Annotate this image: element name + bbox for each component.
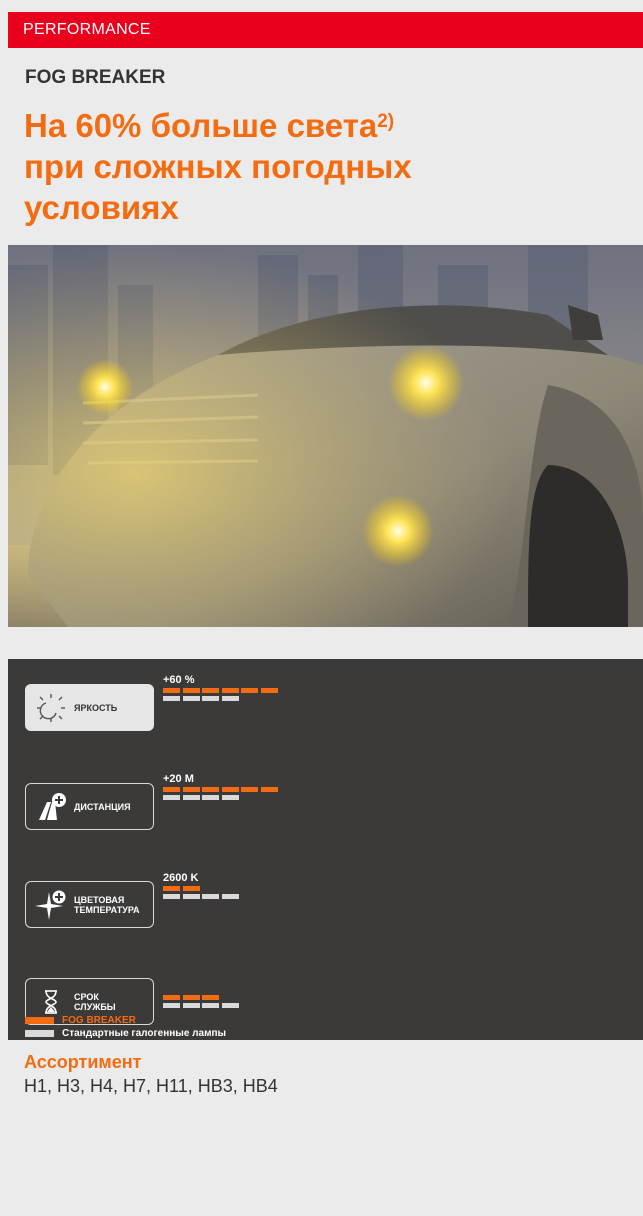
product-bar-segment: [163, 787, 180, 792]
product-bar-segment: [182, 886, 200, 891]
standard-bar-segment: [202, 795, 219, 800]
product-bar-segment: [241, 787, 258, 792]
product-name: FOG BREAKER: [25, 67, 166, 88]
headline: На 60% больше света2) при сложных погодн…: [24, 105, 624, 228]
category-label: PERFORMANCE: [23, 21, 151, 38]
hourglass-icon: [45, 990, 57, 1014]
light-plus-icon: [35, 890, 66, 920]
standard-bar-segment: [182, 696, 200, 701]
product-photo: [8, 245, 643, 627]
standard-bar-segment: [182, 1003, 200, 1008]
feature-value: 2600 K: [163, 872, 199, 884]
sun-icon: [37, 694, 65, 722]
footnote-marker: 2): [377, 111, 395, 132]
standard-bar-segment: [202, 894, 219, 899]
feature-label: ЦВЕТОВАЯ ТЕМПЕРАТУРА: [74, 894, 140, 915]
product-bar-segment: [241, 688, 258, 693]
standard-bar-segment: [163, 1003, 180, 1008]
category-bar: PERFORMANCE: [8, 12, 643, 48]
product-bar-segment: [221, 688, 239, 693]
feature-label: ДИСТАНЦИЯ: [74, 801, 131, 812]
feature-value: +60 %: [163, 674, 195, 686]
feature-brightness: ЯРКОСТЬ: [25, 684, 154, 731]
product-bar-segment: [163, 688, 180, 693]
standard-bar-segment: [163, 795, 180, 800]
performance-panel: ЯРКОСТЬ +60 % ДИСТАНЦИЯ +20 M ЦВЕТОВАЯ Т…: [8, 659, 643, 1040]
assortment-list: H1, H3, H4, H7, H11, HB3, HB4: [24, 1076, 278, 1096]
product-bar-segment: [182, 995, 200, 1000]
road-plus-icon: [39, 793, 66, 820]
headline-line-3: условиях: [24, 189, 179, 226]
product-card: FOG BREAKER На 60% больше света2) при сл…: [8, 48, 643, 1216]
product-bar-segment: [260, 787, 278, 792]
headline-line-2: при сложных погодных: [24, 148, 412, 185]
product-bar-segment: [202, 995, 219, 1000]
product-bar-segment: [260, 688, 278, 693]
rating-bars: [163, 886, 363, 900]
product-bar-segment: [182, 688, 200, 693]
headline-line-1: На 60% больше света: [24, 107, 378, 144]
standard-bar-segment: [163, 894, 180, 899]
standard-bar-segment: [202, 696, 219, 701]
legend-standard: Стандартные галогенные лампы: [25, 1028, 226, 1039]
legend-swatch-orange: [25, 1017, 54, 1024]
car-in-fog-image: [8, 245, 643, 627]
feature-distance: ДИСТАНЦИЯ: [25, 783, 154, 830]
product-bar-segment: [202, 787, 219, 792]
assortment-title: Ассортимент: [24, 1052, 142, 1072]
product-bar-segment: [163, 886, 180, 891]
standard-bar-segment: [221, 795, 239, 800]
legend-swatch-grey: [25, 1030, 54, 1037]
standard-bar-segment: [221, 894, 239, 899]
standard-bar-segment: [182, 795, 200, 800]
rating-bars: [163, 787, 363, 801]
feature-color-temperature: ЦВЕТОВАЯ ТЕМПЕРАТУРА: [25, 881, 154, 928]
feature-label: ЯРКОСТЬ: [74, 702, 118, 713]
standard-bar-segment: [221, 696, 239, 701]
product-bar-segment: [202, 688, 219, 693]
rating-bars: [163, 995, 363, 1009]
product-bar-segment: [182, 787, 200, 792]
feature-value: +20 M: [163, 773, 194, 785]
legend-product: FOG BREAKER: [25, 1015, 136, 1026]
product-bar-segment: [163, 995, 180, 1000]
product-bar-segment: [221, 787, 239, 792]
standard-bar-segment: [182, 894, 200, 899]
standard-bar-segment: [221, 1003, 239, 1008]
standard-bar-segment: [163, 696, 180, 701]
rating-bars: [163, 688, 363, 702]
standard-bar-segment: [202, 1003, 219, 1008]
